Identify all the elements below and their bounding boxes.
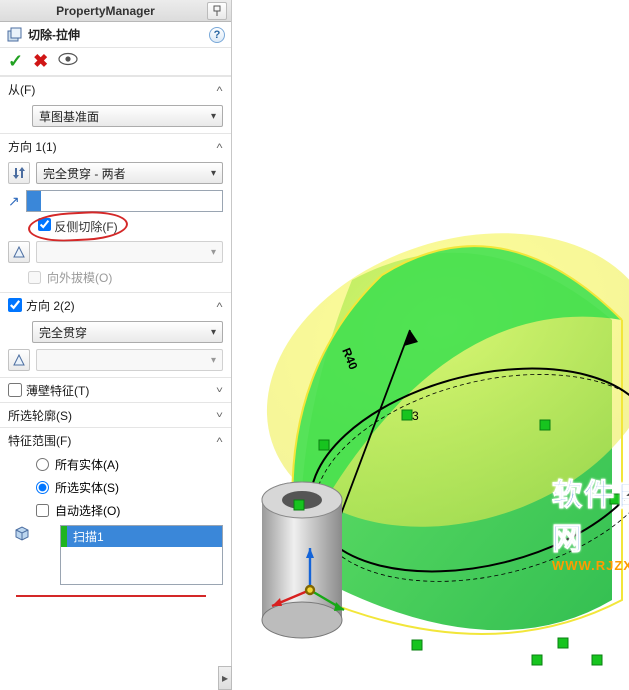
- auto-select-label: 自动选择(O): [55, 502, 120, 519]
- section-thin: 薄壁特征(T) ˅: [0, 377, 231, 402]
- scope-all-bodies-radio[interactable]: [36, 458, 49, 471]
- handle-marker: 3: [412, 409, 419, 423]
- section-direction2-label: 方向 2(2): [26, 297, 216, 314]
- cancel-button[interactable]: ✖: [33, 51, 48, 72]
- flip-side-label: 反侧切除(F): [54, 220, 117, 234]
- dir2-face-select[interactable]: ▾: [36, 349, 223, 371]
- input-selection-highlight: [27, 191, 41, 211]
- pm-body: 从(F) ˄ 草图基准面 ▾ 方向 1(1) ˄: [0, 76, 231, 690]
- caret-up-icon: ˄: [216, 434, 223, 445]
- scope-body-list[interactable]: 扫描1: [60, 525, 223, 585]
- graphics-viewport[interactable]: R40 3: [232, 0, 629, 690]
- caret-down-icon: ˅: [216, 384, 223, 395]
- section-contours: 所选轮廓(S) ˅: [0, 402, 231, 427]
- dir1-distance-input[interactable]: [26, 190, 223, 212]
- auto-select-checkbox[interactable]: [36, 504, 49, 517]
- reverse-direction-button[interactable]: [8, 162, 30, 184]
- dir2-end-condition-dropdown[interactable]: 完全贯穿 ▾: [32, 321, 223, 343]
- draft-outward-label: 向外拔模(O): [47, 269, 112, 286]
- draft-icon: [12, 245, 26, 259]
- scope-body-item[interactable]: 扫描1: [67, 526, 222, 547]
- section-from: 从(F) ˄ 草图基准面 ▾: [0, 76, 231, 133]
- dir1-end-condition-dropdown[interactable]: 完全贯穿 - 两者 ▾: [36, 162, 223, 184]
- draft-icon-button[interactable]: [8, 241, 30, 263]
- dir2-draft-icon-button[interactable]: [8, 349, 30, 371]
- section-direction2: 方向 2(2) ˄ 完全贯穿 ▾ ▾: [0, 292, 231, 377]
- section-from-label: 从(F): [8, 81, 216, 98]
- annotation-underline: [16, 595, 206, 597]
- pin-panel-button[interactable]: [207, 2, 227, 20]
- flip-side-checkbox[interactable]: [38, 218, 51, 231]
- section-thin-label: 薄壁特征(T): [26, 382, 216, 399]
- dir2-end-condition-value: 完全贯穿: [39, 324, 211, 341]
- panel-collapse-tab[interactable]: ▸: [218, 666, 232, 690]
- chevron-down-icon: ▾: [211, 247, 216, 258]
- section-thin-header[interactable]: 薄壁特征(T) ˅: [0, 378, 231, 402]
- draft-icon: [12, 353, 26, 367]
- section-scope: 特征范围(F) ˄ 所有实体(A) 所选实体(S) 自动选择(O): [0, 427, 231, 603]
- section-from-header[interactable]: 从(F) ˄: [0, 77, 231, 101]
- pin-icon: [211, 5, 223, 17]
- section-contours-header[interactable]: 所选轮廓(S) ˅: [0, 403, 231, 427]
- preview-toggle[interactable]: [58, 52, 78, 71]
- help-button[interactable]: ?: [209, 27, 225, 43]
- reverse-icon: [12, 166, 26, 180]
- section-direction1-label: 方向 1(1): [8, 138, 216, 155]
- caret-up-icon: ˄: [216, 83, 223, 94]
- commit-bar: ✓ ✖: [0, 48, 231, 76]
- chevron-down-icon: ▾: [211, 327, 216, 338]
- feature-header: 切除-拉伸 ?: [0, 22, 231, 48]
- section-direction2-header[interactable]: 方向 2(2) ˄: [0, 293, 231, 317]
- chevron-down-icon: ▾: [211, 111, 216, 122]
- caret-up-icon: ˄: [216, 299, 223, 310]
- scope-all-bodies-label: 所有实体(A): [55, 456, 119, 473]
- section-direction1-header[interactable]: 方向 1(1) ˄: [0, 134, 231, 158]
- section-scope-header[interactable]: 特征范围(F) ˄: [0, 428, 231, 452]
- feature-title: 切除-拉伸: [28, 26, 209, 43]
- section-scope-label: 特征范围(F): [8, 432, 216, 449]
- dir1-distance-field[interactable]: [41, 194, 222, 208]
- caret-down-icon: ˅: [216, 409, 223, 420]
- pm-title: PropertyManager: [4, 4, 207, 18]
- chevron-down-icon: ▾: [211, 168, 216, 179]
- dir2-enable-checkbox[interactable]: [8, 298, 22, 312]
- section-direction1: 方向 1(1) ˄ 完全贯穿 - 两者 ▾ ↗: [0, 133, 231, 292]
- section-contours-label: 所选轮廓(S): [8, 407, 216, 424]
- cut-extrude-icon: [6, 26, 24, 44]
- body-icon: [14, 525, 30, 541]
- pm-titlebar: PropertyManager: [0, 0, 231, 22]
- scope-selected-bodies-row[interactable]: 所选实体(S): [8, 479, 223, 496]
- chevron-down-icon: ▾: [211, 355, 216, 366]
- dir1-face-select[interactable]: ▾: [36, 241, 223, 263]
- scope-all-bodies-row[interactable]: 所有实体(A): [8, 456, 223, 473]
- thin-enable-checkbox[interactable]: [8, 383, 22, 397]
- ok-button[interactable]: ✓: [8, 51, 23, 72]
- scope-selected-bodies-label: 所选实体(S): [55, 479, 119, 496]
- direction-arrow-icon: ↗: [8, 193, 20, 210]
- model-preview: R40 3: [232, 0, 629, 690]
- from-dropdown[interactable]: 草图基准面 ▾: [32, 105, 223, 127]
- scope-selected-bodies-radio[interactable]: [36, 481, 49, 494]
- from-dropdown-value: 草图基准面: [39, 108, 211, 125]
- dir1-end-condition-value: 完全贯穿 - 两者: [43, 165, 211, 182]
- draft-outward-checkbox: [28, 271, 41, 284]
- caret-up-icon: ˄: [216, 140, 223, 151]
- property-manager-panel: PropertyManager 切除-拉伸 ? ✓ ✖ 从(F): [0, 0, 232, 690]
